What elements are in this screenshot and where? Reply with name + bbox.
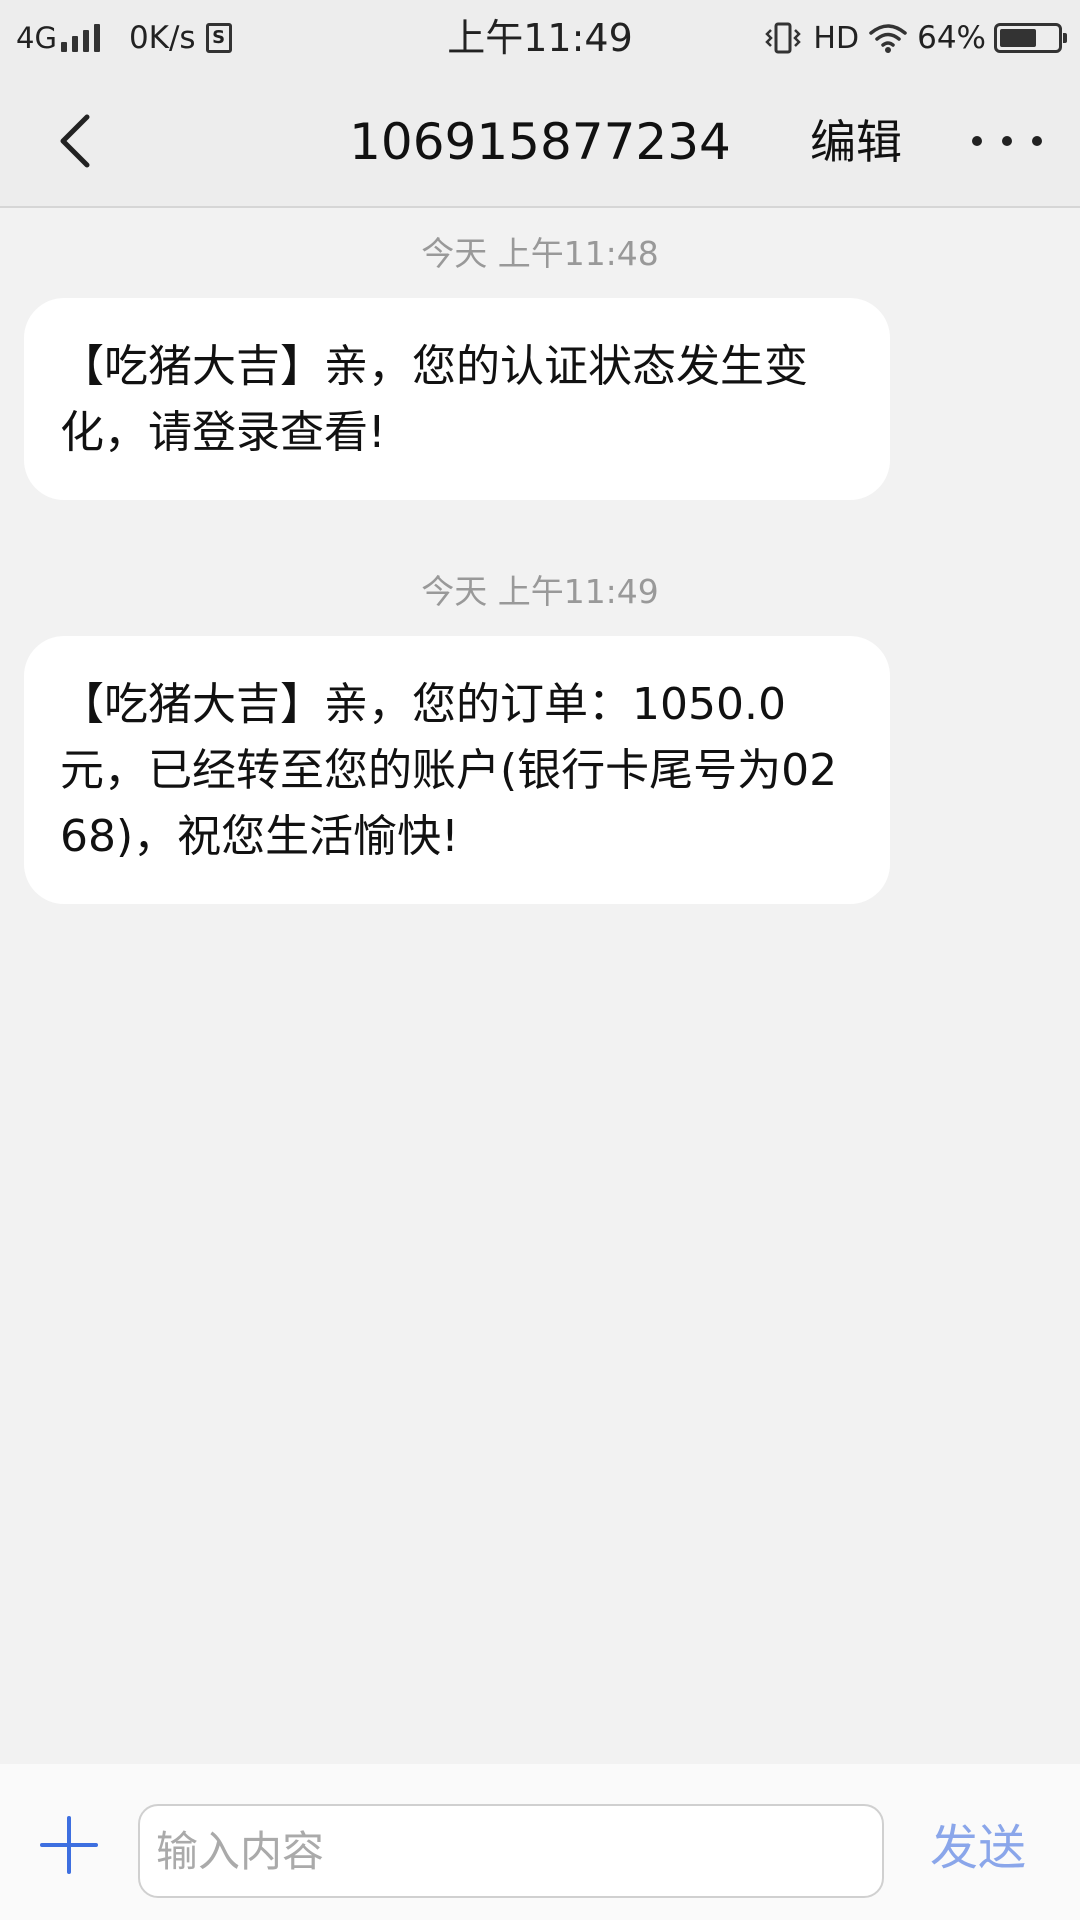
add-attachment-button[interactable] [40, 1816, 98, 1874]
message-input[interactable] [138, 1804, 884, 1898]
sms-conversation-screen: 4G 0K/s S 上午11:49 HD 64% 106915877234 编辑… [0, 0, 1080, 1920]
contact-number: 106915877234 [349, 113, 731, 171]
message-bubble[interactable]: 【吃猪大吉】亲，您的订单：1050.0元，已经转至您的账户(银行卡尾号为0268… [24, 636, 890, 904]
more-button[interactable] [972, 106, 1042, 176]
message-timestamp: 今天 上午11:48 [421, 234, 659, 273]
battery-icon [994, 23, 1067, 53]
battery-nub [1063, 33, 1067, 43]
conversation-header: 106915877234 编辑 [0, 76, 1080, 208]
send-button[interactable]: 发送 [930, 1816, 1026, 1880]
status-bar: 4G 0K/s S 上午11:49 HD 64% [0, 0, 1080, 76]
battery-fill [1000, 29, 1036, 47]
battery-percent: 64% [917, 20, 986, 56]
message-timestamp: 今天 上午11:49 [421, 572, 659, 611]
wifi-icon [869, 24, 907, 53]
vibrate-icon [765, 22, 802, 54]
status-right: HD 64% [763, 14, 1067, 62]
more-horizontal-icon [972, 136, 982, 146]
edit-button[interactable]: 编辑 [810, 110, 902, 174]
hd-indicator: HD [813, 20, 860, 56]
composer-bar: 发送 [0, 1764, 1080, 1920]
message-bubble[interactable]: 【吃猪大吉】亲，您的认证状态发生变化，请登录查看! [24, 298, 890, 500]
